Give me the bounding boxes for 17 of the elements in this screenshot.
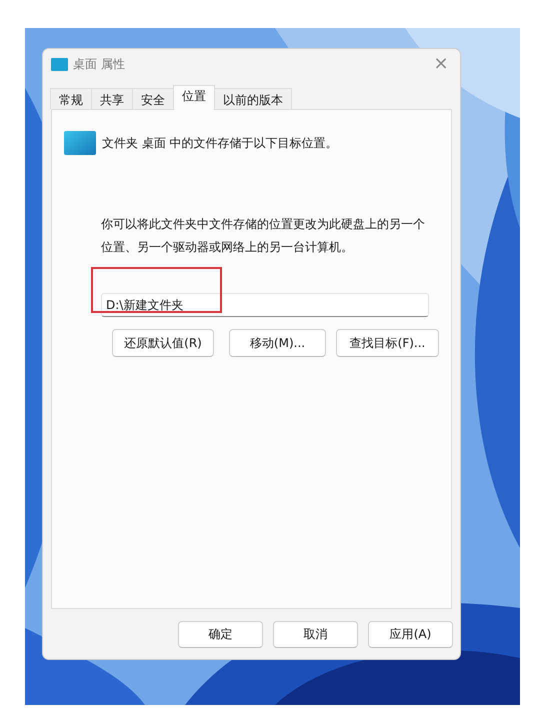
dialog-button[interactable]: 还原默认值(R) xyxy=(112,329,214,357)
dialog-button[interactable]: 确定 xyxy=(178,621,263,648)
path-field[interactable]: D:\新建文件夹 xyxy=(101,293,429,317)
description-text: 你可以将此文件夹中文件存储的位置更改为此硬盘上的另一个位置、另一个驱动器或网络上的另一台计算机。 xyxy=(101,216,426,256)
tab[interactable]: 常规 xyxy=(50,88,92,109)
folder-icon xyxy=(64,131,96,155)
dialog-button[interactable]: 查找目标(F)... xyxy=(336,329,439,357)
dialog-button[interactable]: 应用(A) xyxy=(368,621,453,648)
dialog-button[interactable]: 取消 xyxy=(273,621,358,648)
window-title: 桌面 属性 xyxy=(73,56,126,72)
tab[interactable]: 安全 xyxy=(132,88,174,109)
tab[interactable]: 位置 xyxy=(173,85,215,110)
tab[interactable]: 共享 xyxy=(91,88,133,109)
dialog-button[interactable]: 移动(M)... xyxy=(229,329,326,357)
tab[interactable]: 以前的版本 xyxy=(214,88,292,109)
location-heading: 文件夹 桌面 中的文件存储于以下目标位置。 xyxy=(102,134,338,152)
folder-icon xyxy=(51,58,68,70)
